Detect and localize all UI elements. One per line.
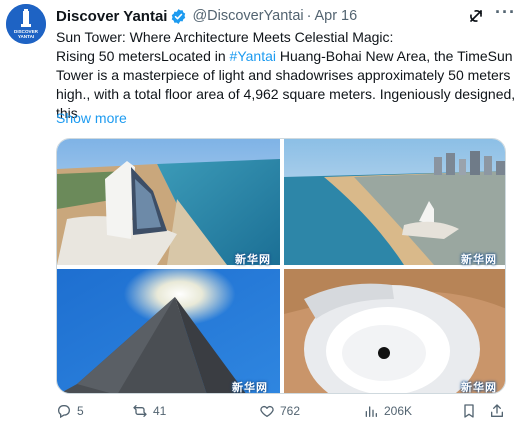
photo-1[interactable] [57,139,280,265]
discover-yantai-logo-icon: DISCOVER YANTAI [6,4,46,44]
tweet-date[interactable]: Apr 16 [314,8,357,24]
text-line-2: Rising 50 metersLocated in #Yantai Huang… [56,47,516,66]
text-line-4: high., with a total floor area of 4,962 … [56,86,516,102]
like-button[interactable]: 762 [259,400,300,422]
views-count: 206K [384,404,413,418]
photo-4[interactable] [284,269,505,393]
reply-icon [58,405,70,419]
author-handle[interactable]: @DiscoverYantai [192,8,303,24]
avatar[interactable]: DISCOVER YANTAI [6,4,46,44]
svg-text:YANTAI: YANTAI [18,34,34,39]
retweet-count: 41 [153,404,167,418]
bookmark-button[interactable] [461,400,477,422]
watermark-text: 新华网 [461,254,497,266]
text-line-1: Sun Tower: Where Architecture Meets Cele… [56,29,394,45]
grok-icon[interactable] [466,6,486,26]
reply-button[interactable]: 5 [56,400,84,422]
hashtag-link[interactable]: #Yantai [230,48,276,64]
views-chart-icon [365,406,377,417]
more-options-icon[interactable]: ··· [495,3,517,25]
watermark-text: 新华网 [232,382,268,394]
watermark-text: 新华网 [461,382,497,394]
heart-icon [260,405,274,417]
text-line-2-suffix: Huang-Bohai New Area, the TimeSun [276,48,513,64]
action-bar: 5 41 762 206K [56,400,521,422]
share-button[interactable] [489,400,505,422]
like-count: 762 [280,404,301,418]
bookmark-icon [464,404,474,418]
separator-dot: · [306,8,312,24]
text-line-3: Tower is a masterpiece of light and shad… [56,67,511,83]
photo-grid: 新华网 新华网 新华网 新华网 [56,138,506,394]
photo-3[interactable] [57,269,280,393]
verified-badge-icon [172,8,186,24]
tweet-header: Discover Yantai @DiscoverYantai · Apr 16 [56,5,486,27]
photo-2[interactable] [284,139,505,265]
show-more-link[interactable]: Show more [56,110,127,126]
share-icon [491,404,503,417]
author-name[interactable]: Discover Yantai [56,8,167,25]
retweet-button[interactable]: 41 [132,400,166,422]
tweet-text: Sun Tower: Where Architecture Meets Cele… [56,28,516,123]
retweet-icon [133,405,147,417]
watermark-text: 新华网 [235,254,271,266]
reply-count: 5 [77,404,84,418]
views-button[interactable]: 206K [363,400,412,422]
text-line-2-prefix: Rising 50 metersLocated in [56,48,230,64]
